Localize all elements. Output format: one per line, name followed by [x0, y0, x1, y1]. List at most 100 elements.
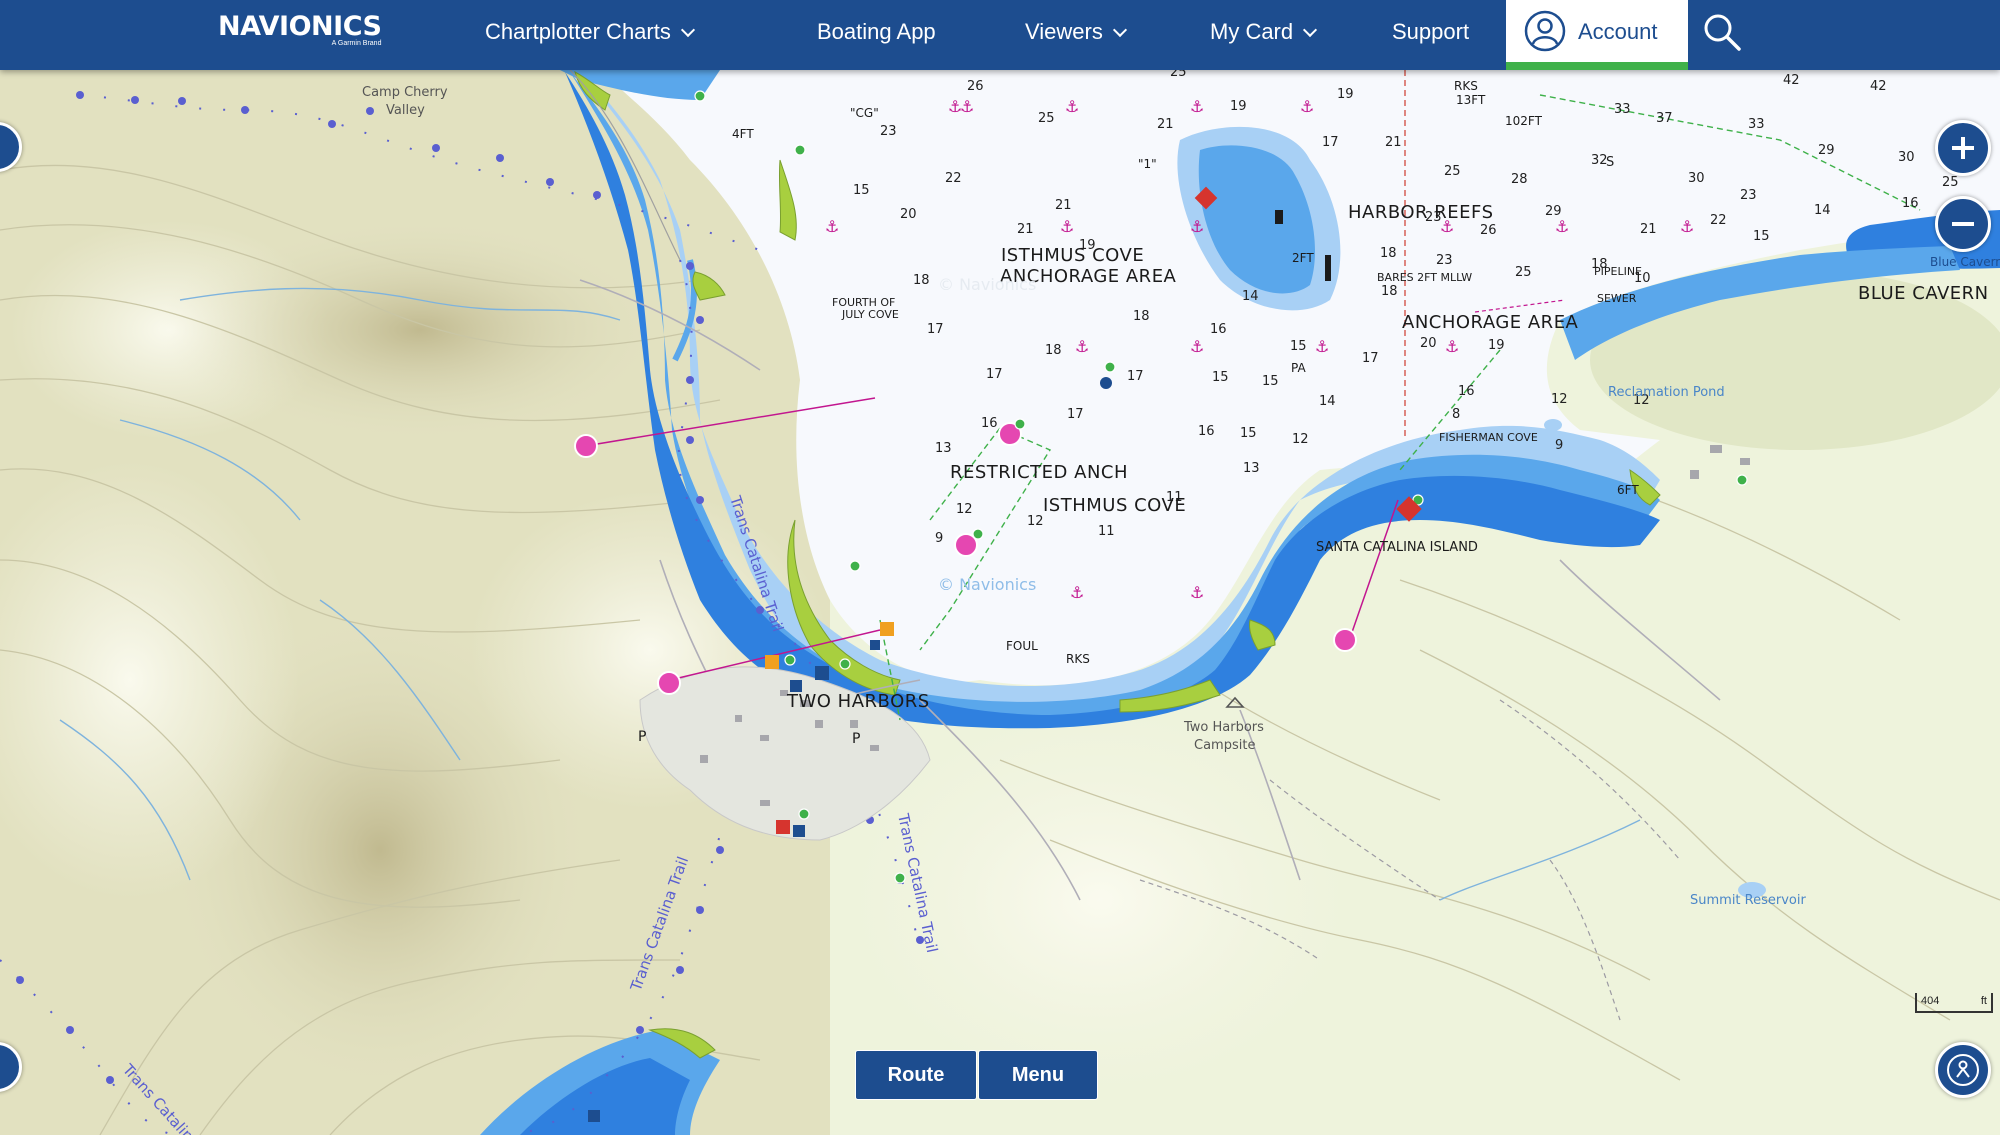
- depth-sounding: 16: [1458, 384, 1475, 399]
- user-position-button[interactable]: [1935, 1042, 1991, 1098]
- label-rks: RKS: [1066, 652, 1090, 666]
- label-parking: P: [852, 731, 860, 747]
- depth-sounding: 14: [1242, 289, 1259, 304]
- svg-text:⚓: ⚓: [1315, 337, 1329, 356]
- svg-text:⚓: ⚓: [1300, 97, 1314, 116]
- depth-sounding: 12: [1292, 432, 1309, 447]
- svg-text:⚓: ⚓: [1555, 217, 1569, 236]
- depth-sounding: 21: [1640, 222, 1657, 237]
- label-13ft: 13FT: [1456, 93, 1486, 107]
- nav-my-card[interactable]: My Card: [1210, 0, 1318, 64]
- depth-sounding: 25: [1038, 111, 1055, 126]
- depth-sounding: 14: [1814, 203, 1831, 218]
- chevron-down-icon: [680, 22, 695, 38]
- depth-sounding: 17: [1322, 135, 1339, 150]
- nav-viewers[interactable]: Viewers: [1025, 0, 1127, 64]
- depth-sounding: 16: [1902, 196, 1919, 211]
- depth-sounding: 18: [1045, 343, 1062, 358]
- depth-sounding: 18: [913, 273, 930, 288]
- menu-button[interactable]: Menu: [978, 1050, 1098, 1100]
- svg-text:⚓: ⚓: [1065, 97, 1079, 116]
- chevron-down-icon: [1303, 22, 1318, 38]
- depth-sounding: 42: [1783, 73, 1800, 88]
- svg-text:⚓: ⚓: [1070, 583, 1084, 602]
- depth-sounding: 12: [1551, 392, 1568, 407]
- nav-support[interactable]: Support: [1392, 0, 1469, 64]
- depth-sounding: 21: [1385, 135, 1402, 150]
- label-bares: BARES 2FT MLLW: [1377, 271, 1472, 284]
- label-pa: PA: [1291, 361, 1306, 375]
- label-fisherman-cove: FISHERMAN COVE: [1439, 431, 1538, 444]
- svg-text:⚓: ⚓: [960, 97, 974, 116]
- nav-chartplotter-charts[interactable]: Chartplotter Charts: [485, 0, 695, 64]
- label-anchorage-area-2: ANCHORAGE AREA: [1402, 312, 1579, 333]
- depth-sounding: 25: [1942, 175, 1959, 190]
- depth-sounding: 20: [900, 207, 917, 222]
- depth-sounding: 23: [880, 124, 897, 139]
- label-camp-cherry: Camp Cherry: [362, 85, 448, 100]
- depth-sounding: 13: [1243, 461, 1260, 476]
- nautical-chart-map[interactable]: ⚓ ⚓ ⚓ ⚓⚓ ⚓⚓ ⚓ ⚓⚓ ⚓⚓⚓⚓ ⚓⚓⚓ 26252521191917 21231522…: [0, 70, 2000, 1135]
- label-pipeline: PIPELINE: [1594, 265, 1642, 278]
- depth-sounding: 17: [986, 367, 1003, 382]
- search-icon[interactable]: [1702, 12, 1742, 52]
- label-one: "1": [1138, 157, 1157, 171]
- label-cg: "CG": [850, 106, 879, 120]
- depth-sounding: 16: [981, 416, 998, 431]
- nav-label: Viewers: [1025, 19, 1103, 44]
- reclamation-pond-water: [1544, 419, 1562, 431]
- scale-bar: 404 ft: [1915, 993, 1993, 1013]
- brand-name: NAVIONICS: [218, 11, 382, 42]
- depth-sounding: 16: [1210, 322, 1227, 337]
- label-rks-13ft: RKS: [1454, 79, 1478, 93]
- svg-text:⚓: ⚓: [1190, 337, 1204, 356]
- depth-sounding: 21: [1017, 222, 1034, 237]
- scale-value: 404: [1921, 995, 1940, 1007]
- depth-sounding: 19: [1230, 99, 1247, 114]
- svg-text:⚓: ⚓: [1445, 337, 1459, 356]
- depth-sounding: 22: [945, 171, 962, 186]
- depth-sounding: 33: [1614, 102, 1631, 117]
- nav-account[interactable]: Account: [1506, 0, 1688, 70]
- label-isthmus-cove-anchorage: ISTHMUS COVE: [1001, 245, 1144, 266]
- depth-sounding: 30: [1898, 150, 1915, 165]
- depth-sounding: 17: [1362, 351, 1379, 366]
- svg-text:⚓: ⚓: [1075, 337, 1089, 356]
- label-foul: FOUL: [1006, 639, 1038, 653]
- depth-sounding: 22: [1710, 213, 1727, 228]
- svg-text:⚓: ⚓: [1190, 97, 1204, 116]
- depth-sounding: 18: [1380, 246, 1397, 261]
- depth-sounding: 13: [935, 441, 952, 456]
- depth-sounding: 12: [956, 502, 973, 517]
- depth-sounding: 9: [1555, 438, 1563, 453]
- navionics-watermark: © Navionics: [938, 575, 1036, 594]
- zoom-in-button[interactable]: [1935, 120, 1991, 176]
- label-2ft: 2FT: [1292, 251, 1314, 265]
- label-restricted-anch: RESTRICTED ANCH: [950, 462, 1128, 483]
- depth-sounding: 17: [927, 322, 944, 337]
- depth-sounding: 26: [967, 79, 984, 94]
- label-valley: Valley: [386, 103, 425, 118]
- depth-sounding: 21: [1055, 198, 1072, 213]
- depth-sounding: 18: [1133, 309, 1150, 324]
- label-campsite: Campsite: [1194, 738, 1255, 753]
- top-navigation-bar: NAVIONICS A Garmin Brand Chartplotter Ch…: [0, 0, 2000, 70]
- depth-sounding: 8: [1452, 407, 1460, 422]
- label-santa-catalina-island: SANTA CATALINA ISLAND: [1316, 540, 1478, 555]
- depth-sounding: 19: [1337, 87, 1354, 102]
- scale-unit: ft: [1980, 995, 1987, 1007]
- navionics-logo[interactable]: NAVIONICS A Garmin Brand: [218, 11, 382, 48]
- label-parking: P: [638, 729, 646, 745]
- label-blue-cavern-small: Blue Cavern: [1930, 255, 2000, 269]
- depth-sounding: 30: [1688, 171, 1705, 186]
- label-reclamation-pond: Reclamation Pond: [1608, 385, 1725, 400]
- depth-sounding: S: [1606, 155, 1614, 170]
- zoom-out-button[interactable]: [1935, 196, 1991, 252]
- depth-sounding: 16: [1198, 424, 1215, 439]
- nav-boating-app[interactable]: Boating App: [817, 0, 936, 64]
- depth-sounding: 29: [1545, 204, 1562, 219]
- depth-sounding: 33: [1748, 117, 1765, 132]
- hill-relief-shadow: [160, 210, 680, 450]
- depth-sounding: 14: [1319, 394, 1336, 409]
- route-button[interactable]: Route: [855, 1050, 977, 1100]
